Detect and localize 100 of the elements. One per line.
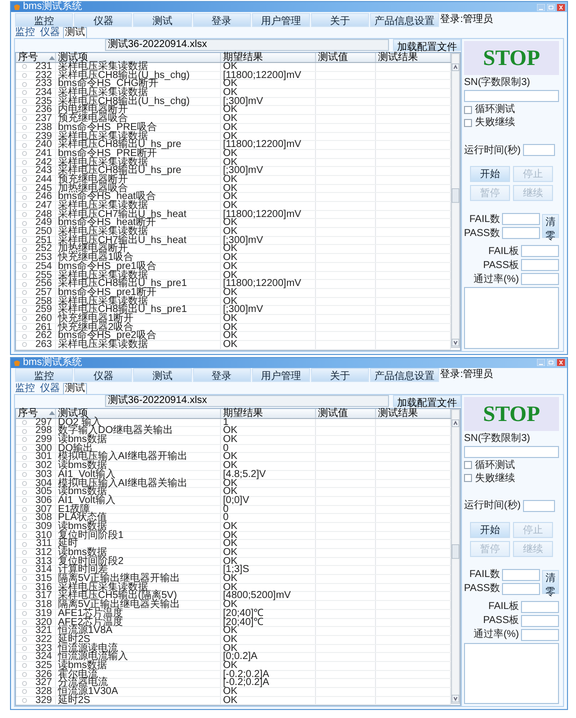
count-label: FAIL数: [469, 214, 500, 224]
table-cell: 采样电压CH8输出(U_hs_chg): [56, 98, 221, 106]
checkbox-label: 循环测试: [475, 460, 515, 471]
column-header[interactable]: 测试项: [58, 53, 88, 62]
tab[interactable]: 仪器: [38, 27, 62, 38]
table-cell: OK: [221, 124, 316, 132]
menu-button[interactable]: 登录: [192, 368, 251, 382]
tab[interactable]: 监控: [13, 382, 37, 394]
minimize-icon[interactable]: [537, 4, 545, 10]
column-header[interactable]: 序号: [18, 408, 38, 418]
checkbox[interactable]: [464, 461, 472, 470]
row-marker-icon: [22, 142, 27, 148]
column-header[interactable]: 测试项: [58, 408, 88, 418]
menu-button[interactable]: 登录: [192, 12, 251, 26]
runtime-field[interactable]: [522, 500, 555, 512]
checkbox[interactable]: [464, 106, 472, 114]
count-field[interactable]: [502, 582, 540, 595]
table-cell: 复位时间阶段2: [56, 558, 221, 566]
tab[interactable]: 测试: [63, 382, 87, 394]
table-cell: [11800;12200]mV: [221, 210, 316, 218]
table-cell: OK: [221, 575, 316, 583]
stat-field[interactable]: [521, 245, 559, 257]
table-cell: 采样电压采集读数据: [56, 132, 221, 140]
row-marker-icon: [22, 160, 27, 165]
row-number: 252: [35, 245, 52, 254]
row-number: 299: [35, 436, 52, 444]
stat-field[interactable]: [521, 259, 559, 271]
menu-button[interactable]: 监控: [15, 12, 74, 26]
vertical-scrollbar[interactable]: [451, 53, 460, 348]
row-marker-icon: [22, 654, 27, 660]
row-marker-icon: [22, 64, 27, 70]
row-marker-icon: [22, 628, 27, 634]
minimize-icon[interactable]: [537, 359, 545, 366]
stat-field[interactable]: [521, 273, 559, 285]
load-config-button[interactable]: 加载配置文件: [393, 394, 461, 407]
sn-field[interactable]: [464, 446, 559, 458]
stat-field[interactable]: [521, 614, 559, 627]
table-cell: 采样电压CH8输出U_hs_pre: [56, 141, 221, 149]
count-field[interactable]: [502, 568, 540, 581]
tab[interactable]: 测试: [63, 27, 87, 38]
count-field[interactable]: [502, 227, 540, 239]
table-cell: OK: [221, 262, 316, 270]
tab[interactable]: 仪器: [38, 382, 62, 394]
menu-button[interactable]: 仪器: [74, 12, 132, 26]
row-number: 254: [35, 262, 52, 270]
table-cell: 恒流源1V30A: [56, 688, 221, 696]
column-header[interactable]: 期望结果: [223, 53, 263, 62]
menu-button[interactable]: 用户管理: [252, 12, 310, 26]
column-header[interactable]: 测试值: [318, 408, 348, 418]
row-marker-icon: [22, 342, 27, 348]
checkbox[interactable]: [464, 474, 472, 482]
menu-button[interactable]: 关于: [310, 12, 370, 26]
row-marker-icon: [22, 594, 27, 599]
column-header[interactable]: 测试值: [318, 53, 348, 62]
menu-button[interactable]: 产品信息设置: [370, 12, 440, 26]
menu-button[interactable]: 监控: [15, 368, 74, 382]
row-marker-icon: [22, 186, 27, 191]
close-icon[interactable]: [557, 4, 565, 10]
table-cell: OK: [221, 341, 316, 349]
column-header[interactable]: 测试结果: [378, 53, 418, 62]
vertical-scrollbar[interactable]: [451, 408, 460, 704]
menu-button[interactable]: 产品信息设置: [370, 368, 440, 382]
menu-button[interactable]: 测试: [133, 12, 192, 26]
row-number: 234: [35, 89, 52, 97]
control-button[interactable]: 开始: [470, 166, 510, 182]
tab[interactable]: 监控: [13, 27, 37, 38]
file-path-field[interactable]: 测试36-20220914.xlsx: [105, 39, 389, 51]
menu-button[interactable]: 关于: [310, 368, 370, 382]
row-number: 248: [35, 210, 52, 218]
checkbox[interactable]: [464, 118, 472, 126]
clear-button[interactable]: 清零: [542, 214, 559, 238]
table-cell: OK: [221, 115, 316, 123]
close-icon[interactable]: [557, 359, 565, 366]
sn-field[interactable]: [464, 90, 559, 102]
menu-button[interactable]: 用户管理: [252, 368, 310, 382]
table-cell: 0: [221, 514, 316, 522]
column-header[interactable]: 序号: [18, 53, 38, 62]
file-path-field[interactable]: 测试36-20220914.xlsx: [105, 394, 389, 407]
log-area[interactable]: [464, 642, 559, 704]
table-cell: 采样电压CH8输出(U_hs_chg): [56, 72, 221, 80]
menu-button[interactable]: 测试: [133, 368, 192, 382]
table-cell: 数字输入DO继电器关输出: [56, 427, 221, 436]
log-area[interactable]: [464, 287, 559, 349]
table-cell: 采样电压采集读数据: [56, 158, 221, 166]
table-cell: [;300]mV: [221, 306, 316, 314]
menu-button[interactable]: 仪器: [74, 368, 132, 382]
stat-field[interactable]: [521, 600, 559, 613]
load-config-button[interactable]: 加载配置文件: [393, 39, 461, 51]
clear-button[interactable]: 清零: [542, 570, 559, 594]
row-number: 320: [35, 618, 52, 626]
row-number: 297: [35, 418, 52, 426]
runtime-field[interactable]: [522, 144, 555, 156]
row-number: 307: [35, 506, 52, 514]
count-field[interactable]: [502, 213, 540, 225]
column-header[interactable]: 期望结果: [223, 408, 263, 418]
column-header[interactable]: 测试结果: [378, 408, 418, 418]
row-marker-icon: [22, 542, 27, 547]
control-button[interactable]: 开始: [470, 522, 510, 538]
stat-field[interactable]: [521, 628, 559, 641]
checkbox-label: 失败继续: [475, 117, 515, 128]
